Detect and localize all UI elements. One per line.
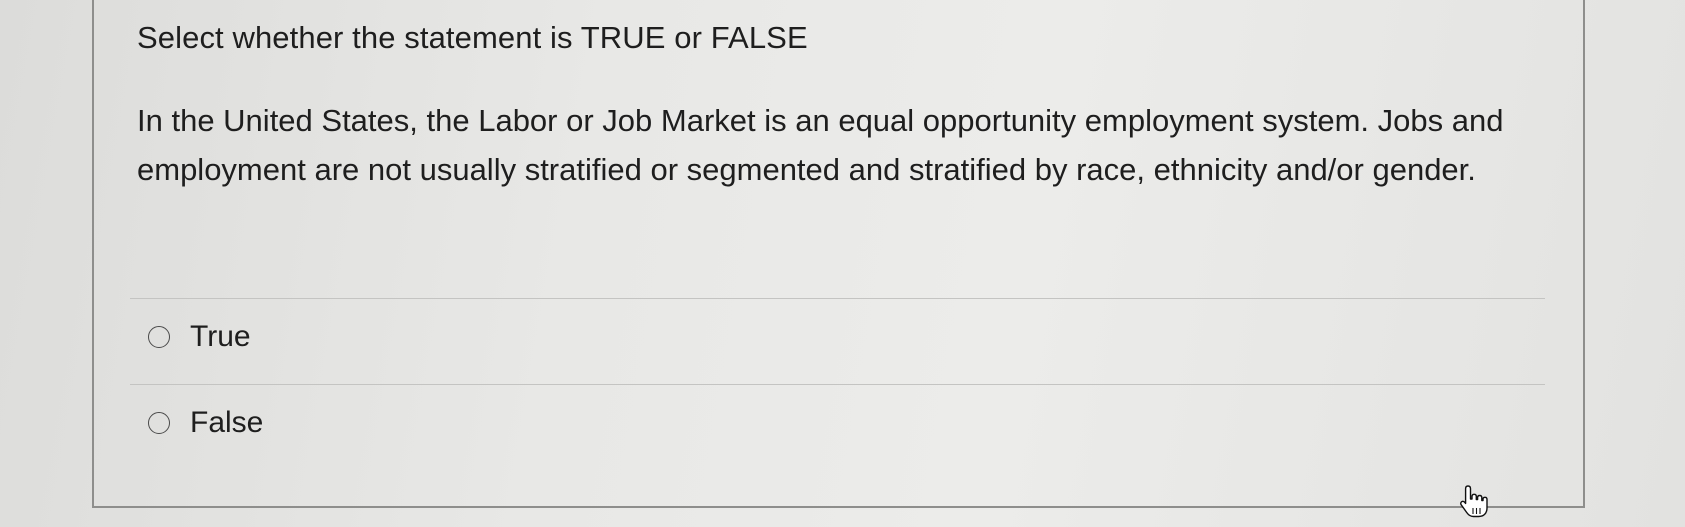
question-prompt: Select whether the statement is TRUE or … xyxy=(137,20,808,55)
option-false-label: False xyxy=(190,406,264,439)
option-false[interactable]: False xyxy=(148,406,263,440)
question-statement: In the United States, the Labor or Job M… xyxy=(137,103,1504,187)
option-true[interactable]: True xyxy=(148,320,251,354)
answer-divider-top xyxy=(130,298,1545,299)
radio-button-false[interactable] xyxy=(148,412,170,434)
option-true-label: True xyxy=(190,320,251,353)
hand-pointer-icon xyxy=(1460,485,1488,518)
answer-divider-middle xyxy=(130,384,1545,385)
question-panel xyxy=(92,0,1585,508)
radio-button-true[interactable] xyxy=(148,326,170,348)
